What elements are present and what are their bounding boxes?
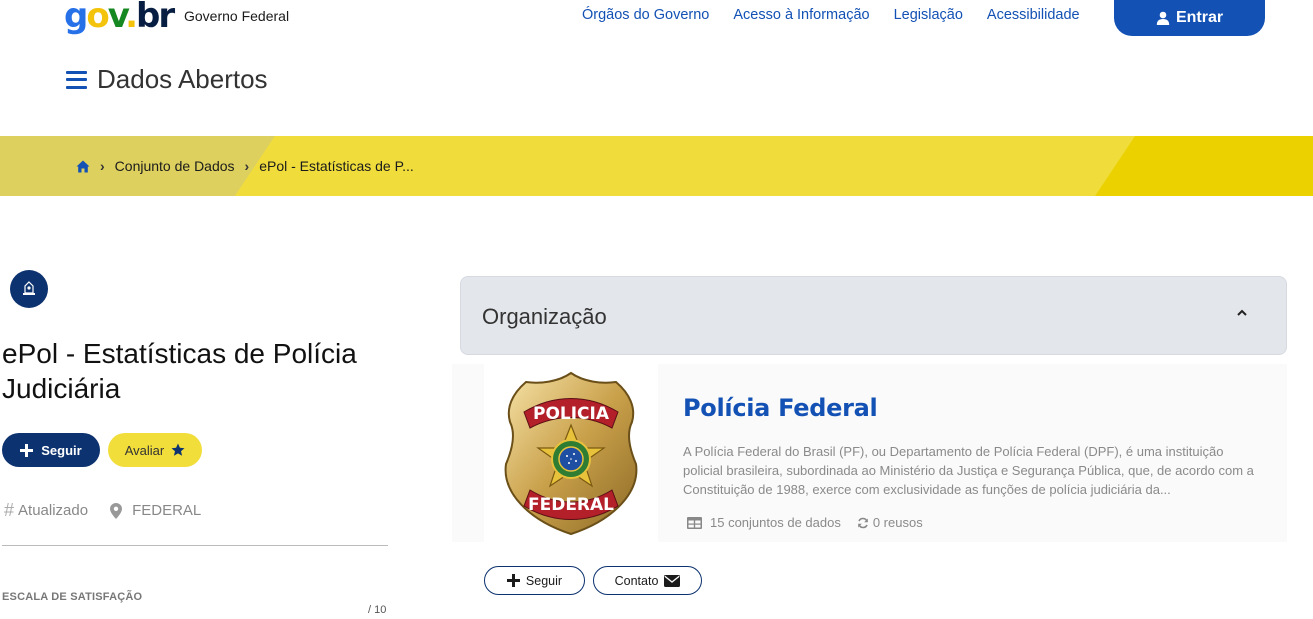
chevron-right-icon: › [100, 158, 105, 174]
map-pin-icon [110, 502, 123, 519]
organization-section-label: Organização [482, 304, 607, 329]
rate-label: Avaliar [124, 442, 165, 458]
update-status: Atualizado [18, 502, 89, 519]
organization-name[interactable]: Polícia Federal [683, 394, 878, 422]
datasets-count: 15 conjuntos de dados [710, 515, 841, 530]
follow-organization-label: Seguir [525, 573, 563, 588]
organization-icon [23, 281, 35, 295]
organization-logo[interactable]: POLICIA FEDERAL [484, 364, 658, 542]
user-icon [1156, 11, 1170, 25]
satisfaction-label: ESCALA DE SATISFAÇÃO [2, 591, 143, 603]
site-title: Dados Abertos [97, 64, 268, 94]
home-icon[interactable] [76, 160, 90, 173]
contact-label: Contato [614, 573, 659, 588]
organization-description: A Polícia Federal do Brasil (PF), ou Dep… [683, 444, 1254, 497]
police-badge-logo: POLICIA FEDERAL [504, 371, 638, 536]
reuses-count: 0 reusos [872, 515, 923, 530]
hash-icon: # [4, 500, 15, 520]
nav-legislacao[interactable]: Legislação [894, 7, 963, 23]
refresh-icon [858, 517, 868, 528]
svg-text:FEDERAL: FEDERAL [528, 495, 614, 515]
organization-avatar[interactable] [10, 270, 48, 308]
follow-label: Seguir [41, 442, 82, 458]
satisfaction-score: / 10 [368, 604, 387, 616]
plus-icon [506, 574, 520, 587]
menu-icon[interactable] [66, 70, 87, 89]
scope-label: FEDERAL [132, 502, 202, 519]
login-label: Entrar [1175, 9, 1224, 26]
nav-acessibilidade[interactable]: Acessibilidade [987, 7, 1080, 23]
organization-stats: 15 conjuntos de dados 0 reusos [687, 515, 923, 530]
dataset-title: ePol - Estatísticas de Polícia Judiciári… [2, 338, 357, 404]
rate-dataset-button[interactable]: Avaliar [108, 433, 202, 467]
nav-orgaos[interactable]: Órgãos do Governo [582, 7, 709, 23]
table-icon [687, 516, 702, 529]
envelope-icon [664, 574, 681, 587]
login-button[interactable]: Entrar [1114, 0, 1265, 36]
follow-dataset-button[interactable]: Seguir [2, 433, 100, 467]
divider [2, 545, 388, 546]
breadcrumb-datasets[interactable]: Conjunto de Dados [115, 158, 235, 174]
top-navigation: Órgãos do Governo Acesso à Informação Le… [582, 7, 1080, 23]
dataset-meta: # Atualizado FEDERAL [4, 500, 201, 521]
star-icon [171, 443, 185, 456]
main-menu[interactable]: Dados Abertos [66, 64, 268, 95]
gov-name: Governo Federal [184, 8, 290, 24]
breadcrumb-current: ePol - Estatísticas de P... [259, 158, 414, 174]
nav-acesso-informacao[interactable]: Acesso à Informação [733, 7, 869, 23]
govbr-logo[interactable]: gov.br [64, 0, 175, 36]
chevron-right-icon: › [244, 158, 250, 174]
organization-accordion-header[interactable]: Organização [460, 276, 1287, 355]
svg-text:POLICIA: POLICIA [533, 404, 610, 424]
follow-organization-button[interactable]: Seguir [484, 566, 585, 595]
plus-icon [20, 443, 34, 457]
breadcrumb: › Conjunto de Dados › ePol - Estatística… [76, 158, 414, 174]
chevron-up-icon[interactable] [1236, 307, 1248, 319]
site-header: gov.br Governo Federal Órgãos do Governo… [0, 0, 1313, 136]
contact-organization-button[interactable]: Contato [593, 566, 702, 595]
